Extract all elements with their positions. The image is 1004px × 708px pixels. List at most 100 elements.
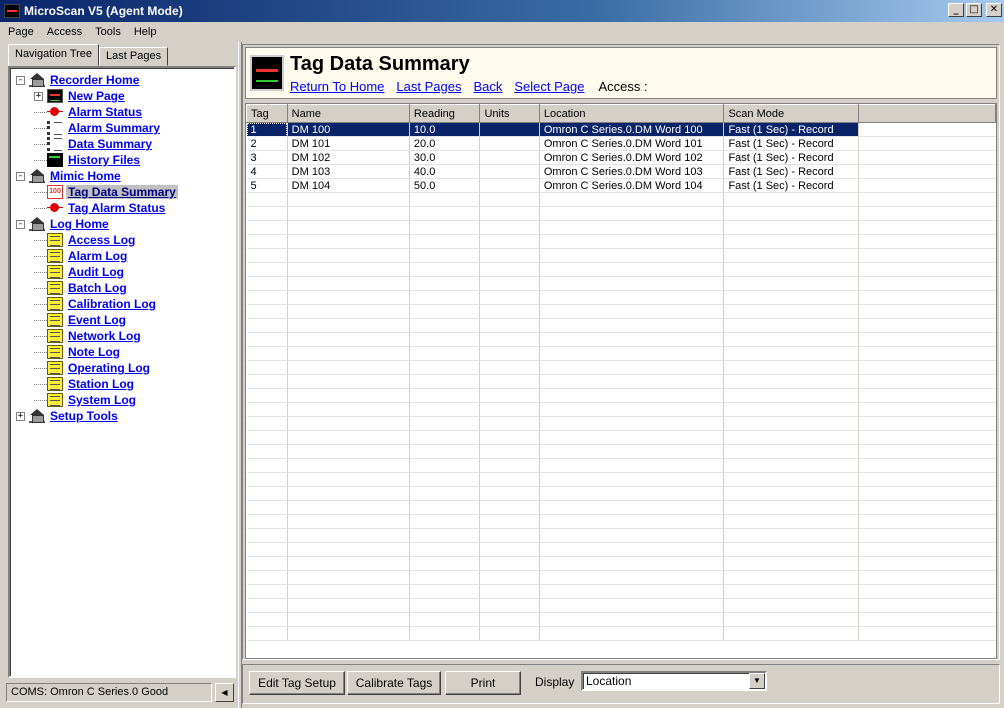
tab-last-pages[interactable]: Last Pages bbox=[99, 47, 169, 66]
tree-item[interactable]: Alarm Summary bbox=[16, 120, 234, 136]
column-header[interactable]: Location bbox=[538, 104, 725, 123]
menu-access[interactable]: Access bbox=[39, 26, 87, 38]
minimize-button[interactable]: _ bbox=[948, 3, 964, 17]
tree-item-label[interactable]: Calibration Log bbox=[66, 297, 158, 311]
expand-icon[interactable]: + bbox=[34, 91, 43, 101]
tree-item-label[interactable]: Tag Data Summary bbox=[66, 185, 178, 199]
tree-item-label[interactable]: Alarm Summary bbox=[66, 121, 162, 135]
table-empty-row bbox=[246, 486, 996, 501]
tree-item-label[interactable]: History Files bbox=[66, 153, 142, 167]
tree-item-label[interactable]: Recorder Home bbox=[48, 73, 141, 87]
column-header[interactable]: Tag bbox=[246, 104, 288, 123]
tab-navigation-tree[interactable]: Navigation Tree bbox=[8, 44, 100, 66]
tree-item[interactable]: Note Log bbox=[16, 344, 234, 360]
calibrate-tags-button[interactable]: Calibrate Tags bbox=[347, 671, 441, 695]
tree-item[interactable]: Station Log bbox=[16, 376, 234, 392]
tree-item[interactable]: System Log bbox=[16, 392, 234, 408]
table-filler-cell bbox=[858, 584, 996, 599]
tree-item[interactable]: - Mimic Home bbox=[16, 168, 234, 184]
table-cell bbox=[479, 570, 540, 585]
log-icon bbox=[47, 393, 63, 407]
last-pages-link[interactable]: Last Pages bbox=[396, 79, 461, 94]
select-page-link[interactable]: Select Page bbox=[514, 79, 584, 94]
table-cell: Omron C Series.0.DM Word 102 bbox=[539, 150, 725, 165]
collapse-icon[interactable]: - bbox=[16, 171, 25, 181]
tree-item-label[interactable]: Log Home bbox=[48, 217, 111, 231]
tree-item[interactable]: Audit Log bbox=[16, 264, 234, 280]
tree-item-label[interactable]: Setup Tools bbox=[48, 409, 120, 423]
tree-item-label[interactable]: Network Log bbox=[66, 329, 143, 343]
tree-item[interactable]: Tag Alarm Status bbox=[16, 200, 234, 216]
table-row[interactable]: 3 DM 102 30.0 Omron C Series.0.DM Word 102 F… bbox=[246, 150, 996, 165]
table-empty-row bbox=[246, 402, 996, 417]
tree-item-label[interactable]: Mimic Home bbox=[48, 169, 123, 183]
table-cell bbox=[723, 388, 859, 403]
tree-item[interactable]: Calibration Log bbox=[16, 296, 234, 312]
table-cell bbox=[409, 262, 481, 277]
tree-item-label[interactable]: Event Log bbox=[66, 313, 128, 327]
column-header[interactable]: Reading bbox=[408, 104, 481, 123]
menu-tools[interactable]: Tools bbox=[87, 26, 126, 38]
tree-item[interactable]: Batch Log bbox=[16, 280, 234, 296]
maximize-button[interactable]: □ bbox=[966, 3, 982, 17]
print-button[interactable]: Print bbox=[445, 671, 521, 695]
table-empty-row bbox=[246, 304, 996, 319]
tree-item[interactable]: + New Page bbox=[16, 88, 234, 104]
collapse-icon[interactable]: - bbox=[16, 75, 25, 85]
expand-icon[interactable]: + bbox=[16, 411, 25, 421]
table-row[interactable]: 2 DM 101 20.0 Omron C Series.0.DM Word 101 F… bbox=[246, 136, 996, 151]
tree-item[interactable]: 100 Tag Data Summary bbox=[16, 184, 234, 200]
column-header[interactable]: Scan Mode bbox=[723, 104, 859, 123]
table-filler-cell bbox=[858, 136, 996, 151]
menu-page[interactable]: Page bbox=[0, 26, 39, 38]
tree-item-label[interactable]: New Page bbox=[66, 89, 127, 103]
table-cell: 4 bbox=[246, 164, 288, 179]
table-cell bbox=[479, 346, 540, 361]
tree-item[interactable]: Operating Log bbox=[16, 360, 234, 376]
tree-item[interactable]: Access Log bbox=[16, 232, 234, 248]
tree-item-label[interactable]: Batch Log bbox=[66, 281, 129, 295]
tree-item[interactable]: Network Log bbox=[16, 328, 234, 344]
tree-item-label[interactable]: Access Log bbox=[66, 233, 137, 247]
tree-item[interactable]: Event Log bbox=[16, 312, 234, 328]
table-cell bbox=[723, 626, 859, 641]
table-cell bbox=[287, 276, 410, 291]
collapse-icon[interactable]: - bbox=[16, 219, 25, 229]
tree-item[interactable]: - Recorder Home bbox=[16, 72, 234, 88]
column-header[interactable]: Name bbox=[286, 104, 410, 123]
table-cell bbox=[409, 626, 481, 641]
table-cell bbox=[409, 514, 481, 529]
chevron-down-icon[interactable]: ▼ bbox=[749, 673, 765, 689]
return-to-home-link[interactable]: Return To Home bbox=[290, 79, 384, 94]
back-link[interactable]: Back bbox=[473, 79, 502, 94]
table-row[interactable]: 4 DM 103 40.0 Omron C Series.0.DM Word 103 F… bbox=[246, 164, 996, 179]
tree-item[interactable]: History Files bbox=[16, 152, 234, 168]
table-filler-cell bbox=[858, 192, 996, 207]
close-button[interactable]: ✕ bbox=[986, 3, 1002, 17]
tree-item[interactable]: - Log Home bbox=[16, 216, 234, 232]
tree-item-label[interactable]: Alarm Status bbox=[66, 105, 144, 119]
table-row[interactable]: 5 DM 104 50.0 Omron C Series.0.DM Word 104 F… bbox=[246, 178, 996, 193]
nav-tabs: Navigation Tree Last Pages bbox=[8, 44, 169, 66]
tree-item-label[interactable]: Station Log bbox=[66, 377, 136, 391]
table-cell bbox=[287, 626, 410, 641]
tree-item-label[interactable]: System Log bbox=[66, 393, 138, 407]
table-cell: Omron C Series.0.DM Word 104 bbox=[539, 178, 725, 193]
tree-item-label[interactable]: Note Log bbox=[66, 345, 122, 359]
tree-item[interactable]: + Setup Tools bbox=[16, 408, 234, 424]
tree-item-label[interactable]: Data Summary bbox=[66, 137, 154, 151]
tree-item[interactable]: Alarm Status bbox=[16, 104, 234, 120]
tree-item-label[interactable]: Operating Log bbox=[66, 361, 152, 375]
table-row[interactable]: 1 DM 100 10.0 Omron C Series.0.DM Word 100 F… bbox=[246, 122, 996, 137]
column-header[interactable]: Units bbox=[479, 104, 540, 123]
table-cell bbox=[287, 472, 410, 487]
tree-item-label[interactable]: Alarm Log bbox=[66, 249, 129, 263]
tree-item[interactable]: Data Summary bbox=[16, 136, 234, 152]
tree-item-label[interactable]: Audit Log bbox=[66, 265, 126, 279]
edit-tag-setup-button[interactable]: Edit Tag Setup bbox=[249, 671, 345, 695]
tree-item[interactable]: Alarm Log bbox=[16, 248, 234, 264]
status-scroll-left-button[interactable]: ◀ bbox=[215, 683, 234, 702]
menu-help[interactable]: Help bbox=[126, 26, 162, 38]
display-select[interactable]: Location ▼ bbox=[581, 671, 767, 691]
tree-item-label[interactable]: Tag Alarm Status bbox=[66, 201, 167, 215]
